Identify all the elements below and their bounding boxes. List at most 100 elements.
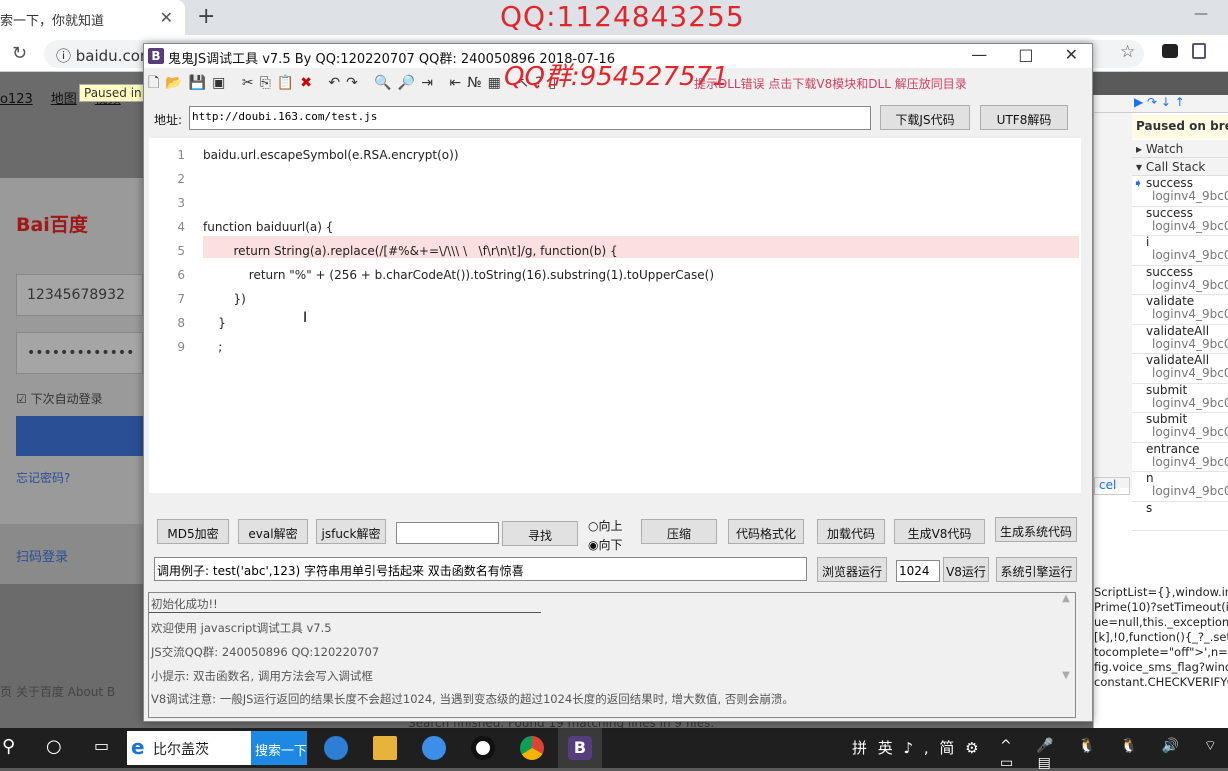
frame-file: loginv4_9bc0c <box>1152 189 1228 203</box>
paused-banner: Paused on breakpoint <box>1132 115 1228 139</box>
compress-button[interactable]: 压缩 <box>641 519 717 544</box>
chrome-icon[interactable] <box>520 736 544 760</box>
taskbar-search-input[interactable]: e 比尔盖茨 <box>127 731 251 765</box>
app-icon[interactable] <box>422 736 446 760</box>
v8-run-button[interactable]: V8运行 <box>943 557 989 582</box>
generate-system-button[interactable]: 生成系统代码 <box>995 517 1077 542</box>
save-all-icon[interactable]: ▣ <box>212 75 231 91</box>
cut-icon[interactable]: ✂ <box>242 75 260 91</box>
code-editor[interactable]: 1 baidu.url.escapeSymbol(e.RSA.encrypt(o)… <box>149 138 1081 493</box>
save-icon[interactable]: 💾 <box>189 75 212 91</box>
extension-icon[interactable] <box>1162 44 1178 58</box>
copy-icon[interactable]: ⎘ <box>260 75 277 91</box>
forgot-password-link[interactable]: 忘记密码? <box>16 469 70 486</box>
current-frame-arrow-icon: ➧ <box>1133 177 1144 190</box>
cortana-icon[interactable]: ○ <box>46 736 62 757</box>
call-stack-section[interactable]: ▾ Call Stack <box>1132 158 1228 176</box>
frame-file: loginv4_9bc0c <box>1152 366 1228 380</box>
debugger-controls[interactable]: ▶ ↷ ↓ ↑ <box>1094 95 1228 113</box>
line-number: 3 <box>177 196 185 210</box>
undo-icon[interactable]: ↶ <box>328 75 346 91</box>
search-down-radio[interactable]: ◉向下 <box>588 536 623 553</box>
window-controls[interactable]: — □ ✕ <box>971 45 1078 64</box>
divider <box>149 612 541 613</box>
file-explorer-icon[interactable] <box>373 736 397 760</box>
address-input[interactable]: http://doubi.163.com/test.js <box>189 106 871 130</box>
bookmark-star-icon[interactable]: ☆ <box>1120 42 1135 62</box>
taskbar-search-button[interactable]: 搜索一下 <box>251 731 307 765</box>
md5-encrypt-button[interactable]: MD5加密 <box>157 519 229 544</box>
find-input[interactable] <box>396 522 499 544</box>
reload-icon[interactable]: ↻ <box>12 43 27 64</box>
find-icon[interactable]: 🔍 <box>374 75 397 91</box>
call-stack-frame[interactable]: s <box>1132 501 1228 531</box>
call-stack-frame[interactable]: iloginv4_9bc0c <box>1132 236 1228 266</box>
console-line: ScriptList={},window.impo <box>1094 585 1228 599</box>
minimize-button[interactable]: — <box>1194 6 1208 22</box>
nav-link[interactable]: 地图 <box>51 92 77 107</box>
delete-icon[interactable]: ✖ <box>300 75 318 91</box>
call-stack-frame[interactable]: entranceloginv4_9bc0c <box>1132 443 1228 472</box>
login-button[interactable] <box>16 416 143 456</box>
paste-icon[interactable]: 📋 <box>277 75 300 91</box>
app-icon[interactable] <box>324 736 348 760</box>
system-tray[interactable]: 拼 英 ♪ , 简 ⚙ <box>852 737 982 758</box>
code-line: return String(a).replace(/[#%&+=\/\\\ \ … <box>203 244 618 258</box>
utf8-decode-button[interactable]: UTF8解码 <box>980 105 1068 130</box>
close-tab-icon[interactable]: ✕ <box>160 8 173 27</box>
task-view-icon[interactable]: ▭ <box>94 736 109 755</box>
record-icon[interactable] <box>471 736 495 760</box>
redo-icon[interactable]: ↷ <box>346 75 364 91</box>
log-line: JS交流QQ群: 240050896 QQ:120220707 <box>151 645 380 659</box>
indent-icon[interactable]: ⇥ <box>421 75 439 91</box>
system-engine-run-button[interactable]: 系统引擎运行 <box>996 557 1077 582</box>
line-numbers-icon[interactable]: № <box>467 75 488 91</box>
tray-icons[interactable]: ^ 🎤 🐧 🐧 🔊 ⌔ ▭ ▤ <box>1000 737 1228 771</box>
frame-function: s <box>1146 501 1153 515</box>
username-field[interactable]: 12345678932 <box>16 274 143 316</box>
source-scrollbar[interactable] <box>1094 113 1132 488</box>
call-stack-frame[interactable]: successloginv4_9bc0c <box>1132 266 1228 295</box>
remember-checkbox[interactable]: ☑ 下次自动登录 <box>16 390 103 407</box>
nav-link[interactable]: o123 <box>0 92 33 107</box>
extension-icon[interactable] <box>1192 43 1206 59</box>
find-next-icon[interactable]: 🔎 <box>398 75 421 91</box>
console-line: ue=null,this._exception=r <box>1094 615 1228 629</box>
call-stack-frame[interactable]: validateAllloginv4_9bc0c <box>1132 325 1228 354</box>
scan-login-link[interactable]: 扫码登录 <box>0 524 143 584</box>
call-stack-frame[interactable]: validateAllloginv4_9bc0c <box>1132 354 1228 384</box>
open-folder-icon[interactable]: 📂 <box>165 75 188 91</box>
call-stack-frame[interactable]: ➧successloginv4_9bc0c <box>1132 177 1228 207</box>
code-line: function baiduurl(a) { <box>203 220 334 234</box>
dll-hint-link[interactable]: 提示DLL错误 点击下载V8模块和DLL 解压放同目录 <box>694 75 967 92</box>
eval-decrypt-button[interactable]: eval解密 <box>238 519 308 544</box>
ie-icon: e <box>131 735 145 759</box>
active-app[interactable]: B <box>558 728 602 768</box>
format-code-button[interactable]: 代码格式化 <box>728 519 804 544</box>
browser-tab[interactable]: 索一下，你就知道 ✕ <box>0 0 185 35</box>
search-icon[interactable]: ⚲ <box>2 736 15 757</box>
watch-section[interactable]: ▸ Watch <box>1132 140 1228 158</box>
generate-v8-button[interactable]: 生成V8代码 <box>894 519 985 544</box>
output-scrollbar[interactable]: ▲ ▼ <box>1059 593 1073 717</box>
browser-run-button[interactable]: 浏览器运行 <box>817 557 887 582</box>
cancel-button[interactable]: cel <box>1094 477 1130 495</box>
load-code-button[interactable]: 加载代码 <box>817 519 885 544</box>
jsfuck-decrypt-button[interactable]: jsfuck解密 <box>316 519 386 544</box>
call-stack-frame[interactable]: submitloginv4_9bc0c <box>1132 413 1228 443</box>
app-logo-icon: B <box>148 48 164 64</box>
call-stack-frame[interactable]: successloginv4_9bc0c <box>1132 207 1228 236</box>
outdent-icon[interactable]: ⇤ <box>449 75 467 91</box>
call-stack-frame[interactable]: nloginv4_9bc0c <box>1132 472 1228 502</box>
call-example-input[interactable]: 调用例子: test('abc',123) 字符串用单引号括起来 双击函数名有惊… <box>154 557 807 581</box>
new-tab-button[interactable]: + <box>197 4 215 29</box>
new-file-icon[interactable]: 🗋 <box>148 75 165 91</box>
call-stack-frame[interactable]: submitloginv4_9bc0c <box>1132 384 1228 413</box>
search-up-radio[interactable]: ○向上 <box>588 517 623 534</box>
result-length-input[interactable]: 1024 <box>896 560 940 582</box>
download-js-button[interactable]: 下载JS代码 <box>880 105 970 130</box>
password-field[interactable]: ••••••••••••• <box>16 332 143 374</box>
line-number: 4 <box>177 220 185 234</box>
find-button[interactable]: 寻找 <box>502 521 578 546</box>
call-stack-frame[interactable]: validateloginv4_9bc0c <box>1132 295 1228 325</box>
